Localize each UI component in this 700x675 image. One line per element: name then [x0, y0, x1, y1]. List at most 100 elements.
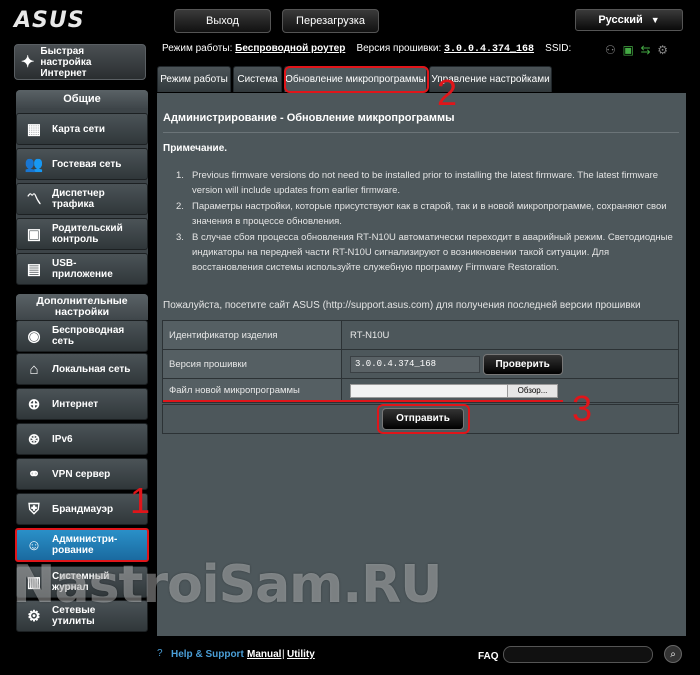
annotation-underline — [163, 400, 563, 402]
annotation-box-submit — [377, 404, 470, 434]
list-item: 3. В случае сбоя процесса обновления RT-N… — [176, 230, 676, 275]
ipv6-icon: ⊛ — [27, 430, 41, 448]
product-id-label: Идентификатор изделия — [162, 320, 342, 350]
logout-button[interactable]: Выход — [174, 9, 271, 33]
status-line: Режим работы: Беспроводной роутер Версия… — [162, 43, 571, 57]
sidebar-item-label: Интернет — [52, 398, 99, 410]
language-select[interactable]: Русский ▼ — [575, 9, 683, 31]
browse-button[interactable]: Обзор... — [507, 384, 557, 397]
quick-setup-label: Быстрая настройка Интернет — [40, 45, 92, 79]
usb-app-icon: ▤ — [26, 260, 42, 278]
mode-label: Режим работы: — [162, 43, 233, 54]
status-icons: ⚇ ▣ ⇆ ⚙ — [605, 43, 685, 57]
note-text: Previous firmware versions do not need t… — [192, 170, 659, 196]
sidebar-item-parental-control[interactable]: ▣ Родительский контроль — [16, 218, 148, 250]
reboot-button[interactable]: Перезагрузка — [282, 9, 379, 33]
new-firmware-file-label: Файл новой микропрограммы — [162, 378, 342, 403]
ssid-label: SSID: — [545, 43, 572, 54]
sidebar-item-traffic-manager[interactable]: 〽 Диспетчер трафика — [16, 183, 148, 215]
file-input[interactable]: Обзор... — [350, 383, 558, 398]
table-row: Файл новой микропрограммы Обзор... — [162, 378, 679, 403]
sidebar-item-wan[interactable]: ⊕ Интернет — [16, 388, 148, 420]
sidebar-item-vpn[interactable]: ⚭ VPN сервер — [16, 458, 148, 490]
sidebar-item-label: Карта сети — [52, 123, 106, 135]
wand-icon: ✦ — [21, 53, 35, 71]
wireless-icon: ◉ — [27, 327, 41, 345]
sidebar-item-label: Локальная сеть — [52, 363, 131, 375]
help-support-label: Help & Support — [171, 649, 244, 660]
firewall-icon: ⛨ — [28, 500, 40, 518]
file-input-cell: Обзор... — [341, 378, 679, 403]
advanced-title: Дополнительные настройки — [16, 294, 148, 320]
tab-system[interactable]: Система — [233, 66, 282, 92]
annotation-number-1: 1 — [130, 480, 151, 521]
sidebar-item-label: Родительский контроль — [52, 223, 123, 245]
product-id-value: RT-N10U — [341, 320, 679, 350]
annotation-box-tab — [284, 66, 429, 93]
notes-list: 1. Previous firmware versions do not need… — [176, 168, 676, 276]
sidebar-item-usb-app[interactable]: ▤ USB-приложение — [16, 253, 148, 285]
support-visit-text: Пожалуйста, посетите сайт ASUS (http://s… — [163, 300, 641, 311]
wan-status-icon[interactable]: ▣ — [622, 43, 633, 57]
sidebar-item-network-map[interactable]: ▦ Карта сети — [16, 113, 148, 145]
note-text: В случае сбоя процесса обновления RT-N10… — [192, 232, 673, 273]
firmware-version-label: Версия прошивки — [162, 349, 342, 379]
table-row: Идентификатор изделия RT-N10U — [162, 320, 679, 350]
list-item: 1. Previous firmware versions do not need… — [176, 168, 676, 198]
list-item: 2. Параметры настройки, которые присутств… — [176, 199, 676, 229]
sidebar-item-guest-network[interactable]: 👥 Гостевая сеть — [16, 148, 148, 180]
settings-icon[interactable]: ⚙ — [657, 43, 668, 57]
sidebar-item-label: Диспетчер трафика — [52, 188, 105, 210]
faq-label: FAQ — [478, 651, 499, 662]
firmware-value-link[interactable]: 3.0.0.4.374_168 — [444, 44, 534, 55]
sidebar-item-label: VPN сервер — [52, 468, 111, 480]
page-title: Администрирование - Обновление микропрог… — [163, 112, 455, 124]
guest-network-icon: 👥 — [24, 155, 44, 173]
traffic-manager-icon: 〽 — [26, 190, 42, 208]
quick-setup-button[interactable]: ✦ Быстрая настройка Интернет — [14, 44, 146, 80]
check-button[interactable]: Проверить — [482, 353, 563, 375]
table-row: Версия прошивки 3.0.0.4.374_168 Проверит… — [162, 349, 679, 379]
faq-search-input[interactable] — [503, 646, 653, 663]
usb-status-icon[interactable]: ⇆ — [640, 43, 650, 57]
firmware-version-field: 3.0.0.4.374_168 — [350, 355, 480, 373]
clients-icon[interactable]: ⚇ — [605, 43, 616, 57]
note-text: Параметры настройки, которые присутствую… — [192, 201, 667, 227]
asus-logo: ASUS — [14, 8, 85, 33]
watermark: NastroiSam.RU — [12, 555, 442, 615]
tab-operation-mode[interactable]: Режим работы — [157, 66, 231, 92]
annotation-number-2: 2 — [437, 72, 458, 113]
divider — [163, 132, 679, 133]
sidebar-item-ipv6[interactable]: ⊛ IPv6 — [16, 423, 148, 455]
sidebar-item-label: Гостевая сеть — [52, 158, 122, 170]
chevron-down-icon: ▼ — [650, 15, 660, 25]
advanced-panel: Дополнительные настройки — [16, 294, 148, 320]
note-title: Примечание. — [163, 143, 228, 154]
sidebar-item-lan[interactable]: ⌂ Локальная сеть — [16, 353, 148, 385]
sidebar-item-wireless[interactable]: ◉ Беспроводная сеть — [16, 320, 148, 352]
admin-icon: ☺ — [26, 536, 42, 554]
help-icon: ? — [157, 648, 163, 659]
sidebar-item-label: Брандмауэр — [52, 503, 114, 515]
language-label: Русский — [598, 14, 643, 26]
parental-control-icon: ▣ — [26, 225, 42, 243]
network-map-icon: ▦ — [26, 120, 42, 138]
search-icon[interactable]: ⌕ — [664, 645, 682, 663]
sidebar-item-firewall[interactable]: ⛨ Брандмауэр — [16, 493, 148, 525]
vpn-icon: ⚭ — [27, 465, 41, 483]
firmware-version-cell: 3.0.0.4.374_168 Проверить — [341, 349, 679, 379]
sidebar-item-label: USB-приложение — [52, 258, 113, 280]
sidebar-item-label: Беспроводная сеть — [52, 325, 125, 347]
manual-link[interactable]: Manual — [247, 649, 281, 660]
footer-separator: | — [282, 649, 285, 660]
utility-link[interactable]: Utility — [287, 649, 315, 660]
mode-value-link[interactable]: Беспроводной роутер — [235, 43, 345, 54]
lan-icon: ⌂ — [29, 360, 39, 378]
annotation-number-3: 3 — [572, 388, 593, 429]
firmware-label: Версия прошивки: — [356, 43, 442, 54]
sidebar-item-label: Администри-рование — [52, 534, 118, 556]
general-title: Общие — [16, 90, 148, 108]
sidebar-item-label: IPv6 — [52, 433, 73, 445]
firmware-table: Идентификатор изделия RT-N10U Версия про… — [162, 320, 679, 403]
wan-icon: ⊕ — [27, 395, 41, 413]
